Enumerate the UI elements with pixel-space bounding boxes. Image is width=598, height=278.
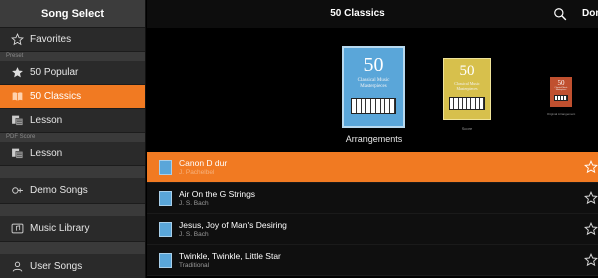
song-composer: J. S. Bach <box>179 200 209 207</box>
sidebar-item-50-popular[interactable]: 50 Popular <box>0 61 145 85</box>
song-row[interactable]: Canon D dur J. Pachelbel <box>147 152 598 183</box>
section-label-preset: Preset <box>0 52 145 61</box>
cover-original[interactable]: 50 Classical Music Masterpieces <box>550 77 572 107</box>
user-icon <box>10 260 24 274</box>
done-button[interactable]: Done <box>582 0 598 28</box>
lesson-icon <box>10 114 24 128</box>
section-label-pdf-score: PDF Score <box>0 133 145 142</box>
star-outline-icon[interactable] <box>584 160 598 174</box>
song-composer: J. Pachelbel <box>179 169 215 176</box>
sidebar-divider <box>0 166 145 178</box>
piano-keys-graphic <box>554 95 568 101</box>
song-row[interactable]: Twinkle, Twinkle, Little Star Traditiona… <box>147 245 598 276</box>
sidebar-item-label: Lesson <box>30 148 63 159</box>
music-library-icon <box>10 222 24 236</box>
star-outline-icon[interactable] <box>584 222 598 236</box>
star-outline-icon[interactable] <box>584 253 598 267</box>
song-title: Jesus, Joy of Man's Desiring <box>179 220 287 230</box>
sidebar-item-demo-songs[interactable]: Demo Songs <box>0 178 145 204</box>
song-thumbnail <box>159 253 172 268</box>
sidebar-item-label: 50 Classics <box>30 91 82 102</box>
cover-label: Score <box>461 126 473 131</box>
cover-subtitle: Classical Music Masterpieces <box>554 87 568 91</box>
song-list: Canon D dur J. Pachelbel Air On the G St… <box>147 152 598 278</box>
cover-subtitle: Classical Music Masterpieces <box>357 78 390 89</box>
star-outline-icon <box>10 33 24 47</box>
song-thumbnail <box>159 191 172 206</box>
book-icon <box>10 90 24 104</box>
sidebar-item-label: User Songs <box>30 261 83 272</box>
demo-songs-icon <box>10 184 24 198</box>
song-composer: J. S. Bach <box>179 231 209 238</box>
sidebar-item-50-classics[interactable]: 50 Classics <box>0 85 145 109</box>
sidebar-divider <box>0 204 145 216</box>
song-composer: Traditional <box>179 262 210 269</box>
top-bar: 50 Classics Done <box>147 0 598 28</box>
search-icon[interactable] <box>553 7 567 21</box>
cover-number: 50 <box>557 79 565 87</box>
song-title: Air On the G Strings <box>179 189 256 199</box>
cover-label: Arrangements <box>345 134 403 144</box>
cover-shelf: 50 Classical Music Masterpieces Arrangem… <box>147 28 598 152</box>
sidebar-header: Song Select <box>0 0 145 28</box>
sidebar-item-music-library[interactable]: Music Library <box>0 216 145 242</box>
sidebar: Song Select Favorites Preset 50 Popular … <box>0 0 146 278</box>
sidebar-item-label: Music Library <box>30 223 90 234</box>
cover-number: 50 <box>363 54 384 76</box>
lesson-icon <box>10 147 24 161</box>
song-thumbnail <box>159 160 172 175</box>
song-row[interactable]: Air On the G Strings J. S. Bach <box>147 183 598 214</box>
song-title: Twinkle, Twinkle, Little Star <box>179 251 281 261</box>
sidebar-item-user-songs[interactable]: User Songs <box>0 254 145 278</box>
sidebar-item-lesson-pdf[interactable]: Lesson <box>0 142 145 166</box>
cover-subtitle: Classical Music Masterpieces <box>454 81 480 91</box>
page-title: 50 Classics <box>330 8 385 19</box>
song-title: Canon D dur <box>179 158 228 168</box>
sidebar-divider <box>0 242 145 254</box>
cover-arrangements[interactable]: 50 Classical Music Masterpieces <box>342 46 405 128</box>
sidebar-item-label: Lesson <box>30 115 63 126</box>
piano-keys-graphic <box>351 98 396 114</box>
piano-keys-graphic <box>449 97 485 110</box>
cover-score[interactable]: 50 Classical Music Masterpieces <box>443 58 491 120</box>
sidebar-item-lesson-preset[interactable]: Lesson <box>0 109 145 133</box>
cover-label: Original Arrangement <box>546 112 576 116</box>
sidebar-item-label: Favorites <box>30 34 72 45</box>
song-row[interactable]: Jesus, Joy of Man's Desiring J. S. Bach <box>147 214 598 245</box>
song-thumbnail <box>159 222 172 237</box>
star-outline-icon[interactable] <box>584 191 598 205</box>
sidebar-item-label: Demo Songs <box>30 185 88 196</box>
sidebar-item-label: 50 Popular <box>30 67 79 78</box>
sidebar-item-favorites[interactable]: Favorites <box>0 28 145 52</box>
star-filled-icon <box>10 66 24 80</box>
cover-number: 50 <box>459 63 475 79</box>
